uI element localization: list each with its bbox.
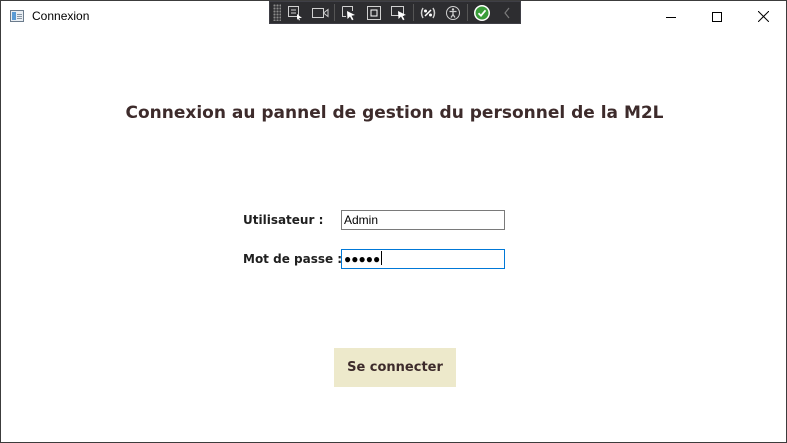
- username-label: Utilisateur :: [243, 213, 324, 227]
- window-title: Connexion: [32, 9, 90, 23]
- maximize-button[interactable]: [694, 1, 740, 32]
- toolbar-separator: [413, 4, 414, 21]
- password-input[interactable]: ●●●●●: [341, 249, 505, 269]
- pointer-icon: [342, 5, 355, 20]
- minimize-button[interactable]: [648, 1, 694, 32]
- password-mask: ●●●●●: [344, 252, 381, 266]
- xaml-debug-toolbar: [269, 1, 521, 24]
- display-adorners-button[interactable]: [363, 3, 385, 22]
- accessibility-icon: [446, 5, 460, 20]
- toolbar-separator: [334, 4, 335, 21]
- track-focus-icon: [391, 5, 406, 20]
- record-button[interactable]: [309, 3, 331, 22]
- username-input[interactable]: [341, 210, 505, 230]
- select-element-button[interactable]: [284, 3, 306, 22]
- maximize-icon: [712, 11, 722, 22]
- binding-icon: [420, 7, 436, 18]
- login-button[interactable]: Se connecter: [334, 348, 456, 387]
- password-label: Mot de passe :: [243, 252, 343, 266]
- minimize-icon: [666, 16, 676, 18]
- accessibility-button[interactable]: [442, 3, 464, 22]
- collapse-toolbar-button[interactable]: [496, 3, 518, 22]
- hot-reload-status-button[interactable]: [471, 3, 493, 22]
- select-element-icon: [288, 5, 302, 20]
- check-icon: [474, 4, 490, 21]
- text-caret: [381, 251, 383, 265]
- binding-failures-button[interactable]: [417, 3, 439, 22]
- frame-icon: [367, 5, 381, 20]
- toolbar-grip[interactable]: [273, 4, 281, 21]
- video-icon: [312, 7, 329, 18]
- close-icon: [757, 11, 769, 22]
- login-window: Connexion Connexion au pannel de gestion…: [0, 0, 787, 443]
- track-focus-button[interactable]: [388, 3, 410, 22]
- toolbar-separator: [467, 4, 468, 21]
- collapse-chevron-icon: [504, 7, 510, 18]
- page-heading: Connexion au pannel de gestion du person…: [125, 103, 664, 123]
- pointer-select-button[interactable]: [338, 3, 360, 22]
- app-window-icon: [10, 10, 24, 22]
- close-button[interactable]: [740, 1, 786, 32]
